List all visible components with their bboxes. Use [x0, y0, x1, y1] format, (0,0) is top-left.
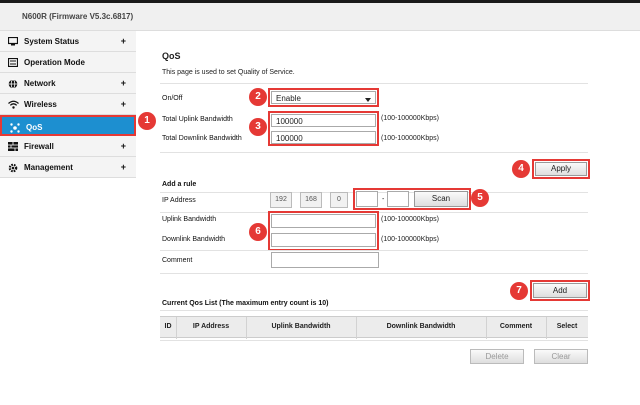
- divider: [160, 310, 588, 311]
- step-badge-2: 2: [249, 88, 267, 106]
- gear-icon: [8, 163, 18, 173]
- step-badge-6: 6: [249, 223, 267, 241]
- step-badge-5: 5: [471, 189, 489, 207]
- sidebar-item-label: Operation Mode: [24, 58, 85, 67]
- sidebar-item-management[interactable]: Management +: [0, 157, 136, 178]
- step-badge-1: 1: [138, 112, 156, 130]
- clear-button[interactable]: Clear: [534, 349, 588, 364]
- column-header-comment: Comment: [499, 323, 533, 330]
- page-title: QoS: [162, 51, 181, 61]
- sidebar-item-label: Network: [24, 79, 56, 88]
- ip-octet-1: 192: [270, 192, 292, 208]
- ip-range-dash: -: [382, 196, 385, 203]
- divider: [160, 250, 588, 251]
- apply-button[interactable]: Apply: [535, 162, 587, 176]
- step-badge-7: 7: [510, 282, 528, 300]
- ip-address-label: IP Address: [162, 197, 196, 204]
- expand-icon: +: [120, 141, 126, 151]
- total-uplink-hint: (100-100000Kbps): [381, 115, 439, 122]
- total-downlink-input[interactable]: 100000: [271, 131, 376, 144]
- divider: [160, 83, 588, 84]
- ip-end-input[interactable]: [387, 191, 409, 207]
- qos-panel: QoS This page is used to set Quality of …: [160, 31, 630, 405]
- add-button[interactable]: Add: [533, 283, 587, 298]
- sidebar-item-firewall[interactable]: Firewall +: [0, 136, 136, 157]
- monitor-icon: [7, 36, 19, 46]
- total-uplink-input[interactable]: 100000: [271, 114, 376, 127]
- ip-start-input[interactable]: [356, 191, 378, 207]
- sidebar-item-wireless[interactable]: Wireless +: [0, 94, 136, 115]
- globe-icon: [8, 79, 18, 89]
- step-badge-3: 3: [249, 118, 267, 136]
- step-badge-4: 4: [512, 160, 530, 178]
- expand-icon: +: [120, 36, 126, 46]
- qos-enable-select[interactable]: Enable: [271, 91, 376, 104]
- divider: [160, 340, 588, 341]
- downlink-input[interactable]: [271, 233, 376, 247]
- downlink-hint: (100-100000Kbps): [381, 236, 439, 243]
- operation-mode-icon: [7, 57, 19, 68]
- delete-button[interactable]: Delete: [470, 349, 524, 364]
- column-header-ip: IP Address: [192, 323, 230, 330]
- total-uplink-value: 100000: [276, 117, 303, 126]
- page-description: This page is used to set Quality of Serv…: [162, 69, 295, 76]
- wifi-icon: [8, 100, 19, 109]
- ip-octet-2: 168: [300, 192, 322, 208]
- total-downlink-hint: (100-100000Kbps): [381, 135, 439, 142]
- qos-enable-value: Enable: [276, 94, 301, 103]
- total-downlink-label: Total Downlink Bandwidth: [162, 135, 242, 142]
- firewall-icon: [8, 142, 18, 151]
- sidebar-item-label: Firewall: [24, 142, 54, 151]
- header-bar: N600R (Firmware V5.3c.6817): [0, 3, 640, 31]
- expand-icon: +: [120, 162, 126, 172]
- chevron-down-icon: [365, 98, 371, 102]
- sidebar-item-label: QoS: [26, 123, 43, 132]
- sidebar-item-label: Management: [24, 163, 73, 172]
- comment-input[interactable]: [271, 252, 379, 268]
- column-header-downlink: Downlink Bandwidth: [386, 323, 456, 330]
- qos-list-title: Current Qos List (The maximum entry coun…: [162, 300, 329, 307]
- sidebar-item-network[interactable]: Network +: [0, 73, 136, 94]
- onoff-label: On/Off: [162, 95, 183, 102]
- sidebar-item-label: Wireless: [24, 100, 57, 109]
- expand-icon: +: [120, 78, 126, 88]
- uplink-hint: (100-100000Kbps): [381, 216, 439, 223]
- qos-table-header: ID IP Address Uplink Bandwidth Downlink …: [160, 316, 588, 339]
- total-uplink-label: Total Uplink Bandwidth: [162, 116, 233, 123]
- ip-octet-3: 0: [330, 192, 348, 208]
- uplink-label: Uplink Bandwidth: [162, 216, 217, 223]
- column-header-id: ID: [164, 323, 172, 330]
- total-downlink-value: 100000: [276, 134, 303, 143]
- sidebar-item-qos[interactable]: QoS: [0, 115, 136, 136]
- downlink-label: Downlink Bandwidth: [162, 236, 226, 243]
- sidebar-item-operation-mode[interactable]: Operation Mode: [0, 52, 136, 73]
- comment-label: Comment: [162, 257, 193, 264]
- uplink-input[interactable]: [271, 214, 376, 228]
- divider: [160, 152, 588, 153]
- sidebar-item-system-status[interactable]: System Status +: [0, 31, 136, 52]
- sidebar: System Status + Operation Mode Network +…: [0, 31, 136, 178]
- add-rule-title: Add a rule: [162, 181, 197, 188]
- divider: [160, 273, 588, 274]
- expand-icon: +: [120, 99, 126, 109]
- qos-icon: [10, 123, 20, 133]
- device-title: N600R (Firmware V5.3c.6817): [22, 12, 134, 21]
- scan-button[interactable]: Scan: [414, 191, 468, 207]
- column-header-select: Select: [556, 323, 578, 330]
- column-header-uplink: Uplink Bandwidth: [271, 323, 331, 330]
- sidebar-item-label: System Status: [24, 37, 80, 46]
